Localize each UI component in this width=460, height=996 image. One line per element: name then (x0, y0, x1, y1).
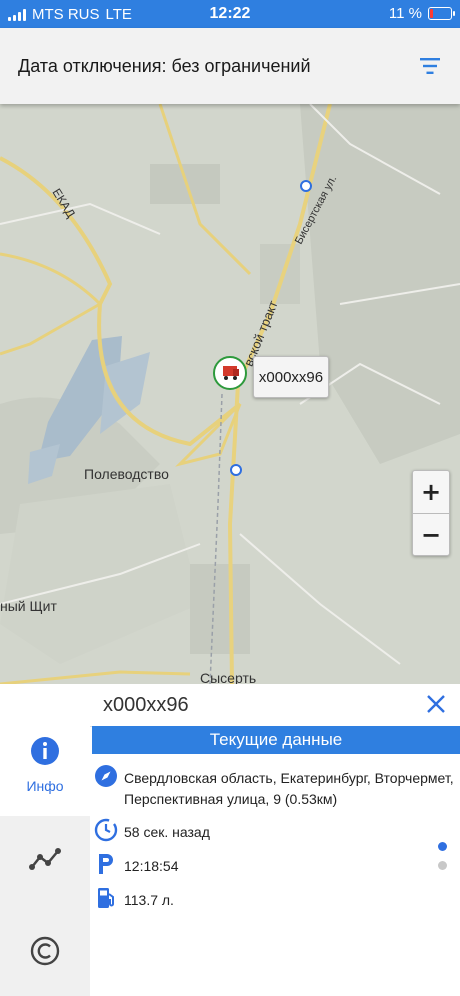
page-title: Дата отключения: без ограничений (18, 56, 311, 76)
map-background (0, 104, 460, 684)
zoom-out-button[interactable]: − (413, 514, 449, 556)
filter-icon[interactable] (418, 54, 442, 78)
map-poi-marker[interactable] (230, 464, 242, 476)
page-dot[interactable] (438, 861, 447, 870)
tab-track[interactable] (0, 816, 90, 906)
info-row-updated: 58 сек. назад (92, 818, 460, 846)
address-text: Свердловская область, Екатеринбург, Втор… (124, 770, 454, 807)
battery-icon (428, 7, 455, 20)
section-title: Текущие данные (92, 726, 460, 754)
tab-info-label: Инфо (26, 778, 64, 794)
vehicle-marker[interactable] (213, 356, 247, 390)
zoom-in-button[interactable]: + (413, 471, 449, 513)
panel-sidebar: Инфо (0, 726, 90, 996)
map-label-sysert: Сысерть (200, 670, 257, 684)
track-icon (29, 848, 61, 870)
map-label-polevodstvo: Полеводство (84, 466, 169, 482)
map-view[interactable]: ЕКАД Бисертская ул. вской тракт Полеводс… (0, 104, 460, 684)
compass-icon (95, 765, 117, 787)
map-poi-marker[interactable] (300, 180, 312, 192)
parking-time-text: 12:18:54 (124, 858, 179, 874)
zoom-control: + − (412, 470, 450, 556)
last-update-text: 58 сек. назад (124, 824, 210, 840)
status-right: 11 % (388, 5, 455, 22)
copyright-icon (30, 936, 60, 966)
page-dot-active[interactable] (438, 842, 447, 851)
fuel-icon (98, 888, 114, 908)
battery-percent: 11 % (388, 5, 422, 22)
map-label-shchit: ный Щит (0, 598, 57, 614)
panel-header: x000xx96 (90, 684, 460, 727)
tab-info[interactable]: Инфо (0, 726, 90, 816)
details-panel: x000xx96 Инфо Текущие данные Свердловска… (0, 684, 460, 996)
app-bar: Дата отключения: без ограничений (0, 28, 460, 104)
page-indicator (438, 842, 447, 880)
truck-icon (223, 366, 239, 380)
info-icon (31, 737, 59, 765)
info-row-parking: 12:18:54 (92, 852, 460, 880)
status-bar: MTS RUS LTE 12:22 11 % (0, 0, 460, 28)
tab-copyright[interactable] (0, 906, 90, 996)
timer-icon (94, 818, 118, 842)
info-row-fuel: 113.7 л. (92, 886, 460, 914)
vehicle-callout[interactable]: x000xx96 (253, 356, 329, 398)
close-icon[interactable] (426, 694, 446, 714)
parking-icon (99, 854, 113, 874)
panel-title: x000xx96 (103, 694, 189, 716)
fuel-level-text: 113.7 л. (124, 892, 174, 908)
info-row-address: Свердловская область, Екатеринбург, Втор… (92, 764, 460, 808)
